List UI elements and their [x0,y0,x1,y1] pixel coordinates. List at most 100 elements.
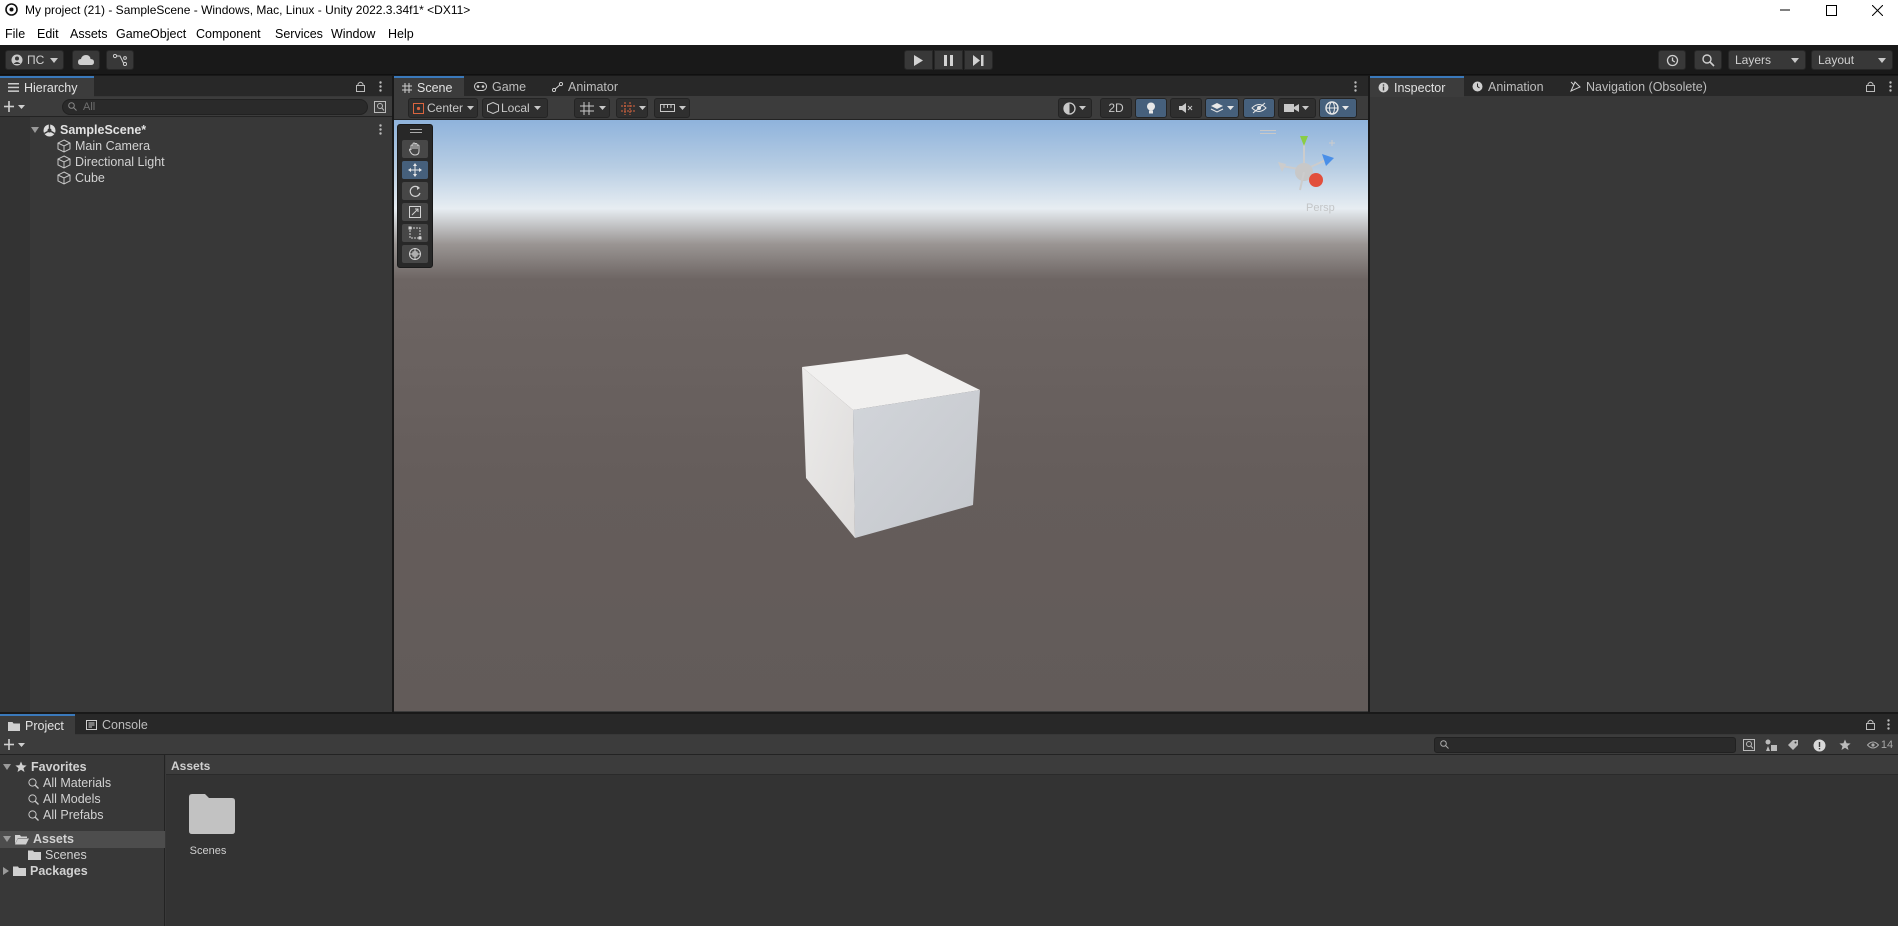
lock-icon[interactable] [1864,718,1876,730]
menu-assets[interactable]: Assets [70,27,108,41]
assets-root-row[interactable]: Assets [3,831,74,847]
pivot-mode-dropdown[interactable]: Center [408,98,478,118]
gizmo-globe-icon [1325,101,1339,115]
grid-icon [402,82,412,93]
menu-component[interactable]: Component [196,27,261,41]
hierarchy-toolbar: All [0,97,392,117]
tab-animation[interactable]: Animation [1464,76,1552,97]
lock-icon[interactable] [354,80,366,92]
scene-viewport[interactable]: Persp [394,120,1368,711]
increment-snap-dropdown[interactable] [616,98,648,118]
hierarchy-item-cube[interactable]: Cube [57,170,105,186]
effects-dropdown[interactable] [1205,98,1239,118]
layout-dropdown[interactable]: Layout [1811,50,1893,70]
log-filter-button[interactable] [1810,737,1828,753]
inspector-tab-bar: Inspector Animation Navigation (Obsolete… [1370,76,1898,97]
tab-navigation[interactable]: Navigation (Obsolete) [1562,76,1715,97]
rect-tool-button[interactable] [402,224,428,242]
add-object-button[interactable] [3,99,27,115]
gizmo-drag-handle[interactable] [1260,130,1276,134]
overlay-drag-handle[interactable] [410,129,422,133]
layout-label: Layout [1818,53,1855,67]
filter-by-label-button[interactable] [1784,737,1802,753]
tab-project[interactable]: Project [0,714,75,735]
search-button[interactable] [1694,50,1722,70]
kebab-menu-icon[interactable] [1349,80,1361,92]
kebab-menu-icon[interactable] [1884,80,1896,92]
tab-hierarchy[interactable]: Hierarchy [0,76,94,97]
packages-root-row[interactable]: Packages [3,863,88,879]
minimize-button[interactable] [1762,0,1808,20]
tab-game[interactable]: Game [466,76,534,97]
project-search-input[interactable] [1434,737,1736,753]
search-by-type-button[interactable] [1740,737,1758,753]
move-tool-button[interactable] [402,161,428,179]
grid-snapping-dropdown[interactable] [574,98,610,118]
version-control-button[interactable] [106,50,134,70]
favorite-item[interactable]: All Models [28,791,101,807]
audio-toggle[interactable] [1170,98,1202,118]
folder-tile[interactable]: Scenes [178,793,238,863]
projection-label[interactable]: Persp [1306,202,1335,214]
draw-mode-dropdown[interactable] [1058,98,1092,118]
menu-file[interactable]: File [5,27,25,41]
menu-help[interactable]: Help [388,27,414,41]
close-button[interactable] [1854,0,1898,20]
tab-inspector[interactable]: Inspector [1370,76,1464,97]
menu-edit[interactable]: Edit [37,27,59,41]
scale-tool-button[interactable] [402,203,428,221]
favorite-star-button[interactable] [1836,737,1854,753]
gizmos-dropdown[interactable] [1319,98,1357,118]
eye-off-icon [1251,102,1267,114]
account-dropdown[interactable]: ПС [5,50,64,70]
space-mode-dropdown[interactable]: Local [482,98,548,118]
play-button[interactable] [904,50,933,70]
toggle-2d-button[interactable]: 2D [1100,98,1132,118]
scene-visibility-button[interactable] [372,99,388,115]
menu-services[interactable]: Services [275,27,323,41]
scene-lighting-toggle[interactable] [1135,98,1167,118]
pause-button[interactable] [934,50,963,70]
hierarchy-item-directional-light[interactable]: Directional Light [57,154,165,170]
create-asset-button[interactable] [3,737,27,753]
step-button[interactable] [964,50,993,70]
scene-tab-bar: Scene Game Animator [394,76,1368,97]
chevron-down-icon [639,106,646,110]
kebab-menu-icon[interactable] [379,124,382,135]
scenes-folder-row[interactable]: Scenes [28,847,87,863]
favorite-item[interactable]: All Materials [28,775,111,791]
hand-tool-button[interactable] [402,140,428,158]
rotate-tool-button[interactable] [402,182,428,200]
close-icon [1871,4,1883,16]
grid-visibility-dropdown[interactable] [654,98,690,118]
hidden-packages-toggle[interactable]: 14 [1862,737,1898,753]
assets-breadcrumb-bar: Assets [166,755,1898,775]
favorite-item[interactable]: All Prefabs [28,807,103,823]
menu-gameobject[interactable]: GameObject [116,27,186,41]
cloud-button[interactable] [72,50,100,70]
scene-camera-dropdown[interactable] [1278,98,1316,118]
maximize-button[interactable] [1808,0,1854,20]
lock-icon[interactable] [1864,80,1876,92]
hidden-objects-toggle[interactable] [1243,98,1275,118]
filter-by-type-button[interactable] [1762,737,1780,753]
undo-history-button[interactable] [1658,50,1686,70]
tab-console[interactable]: Console [78,714,156,735]
scene-row[interactable]: SampleScene* [31,122,392,138]
rotate-icon [408,184,422,198]
tab-animator[interactable]: Animator [544,76,626,97]
breadcrumb[interactable]: Assets [171,759,210,773]
orientation-gizmo[interactable]: Persp [1274,128,1358,214]
gameobject-cube-icon [57,139,71,153]
layers-dropdown[interactable]: Layers [1728,50,1806,70]
kebab-menu-icon[interactable] [1882,718,1894,730]
inspector-panel: Inspector Animation Navigation (Obsolete… [1370,76,1898,712]
info-icon [1378,82,1389,93]
hierarchy-search-input[interactable]: All [62,99,368,115]
hierarchy-item-main-camera[interactable]: Main Camera [57,138,150,154]
menu-window[interactable]: Window [331,27,375,41]
tab-scene[interactable]: Scene [394,76,464,97]
transform-tool-button[interactable] [402,245,428,263]
favorites-row[interactable]: Favorites [3,759,87,775]
kebab-menu-icon[interactable] [374,80,386,92]
